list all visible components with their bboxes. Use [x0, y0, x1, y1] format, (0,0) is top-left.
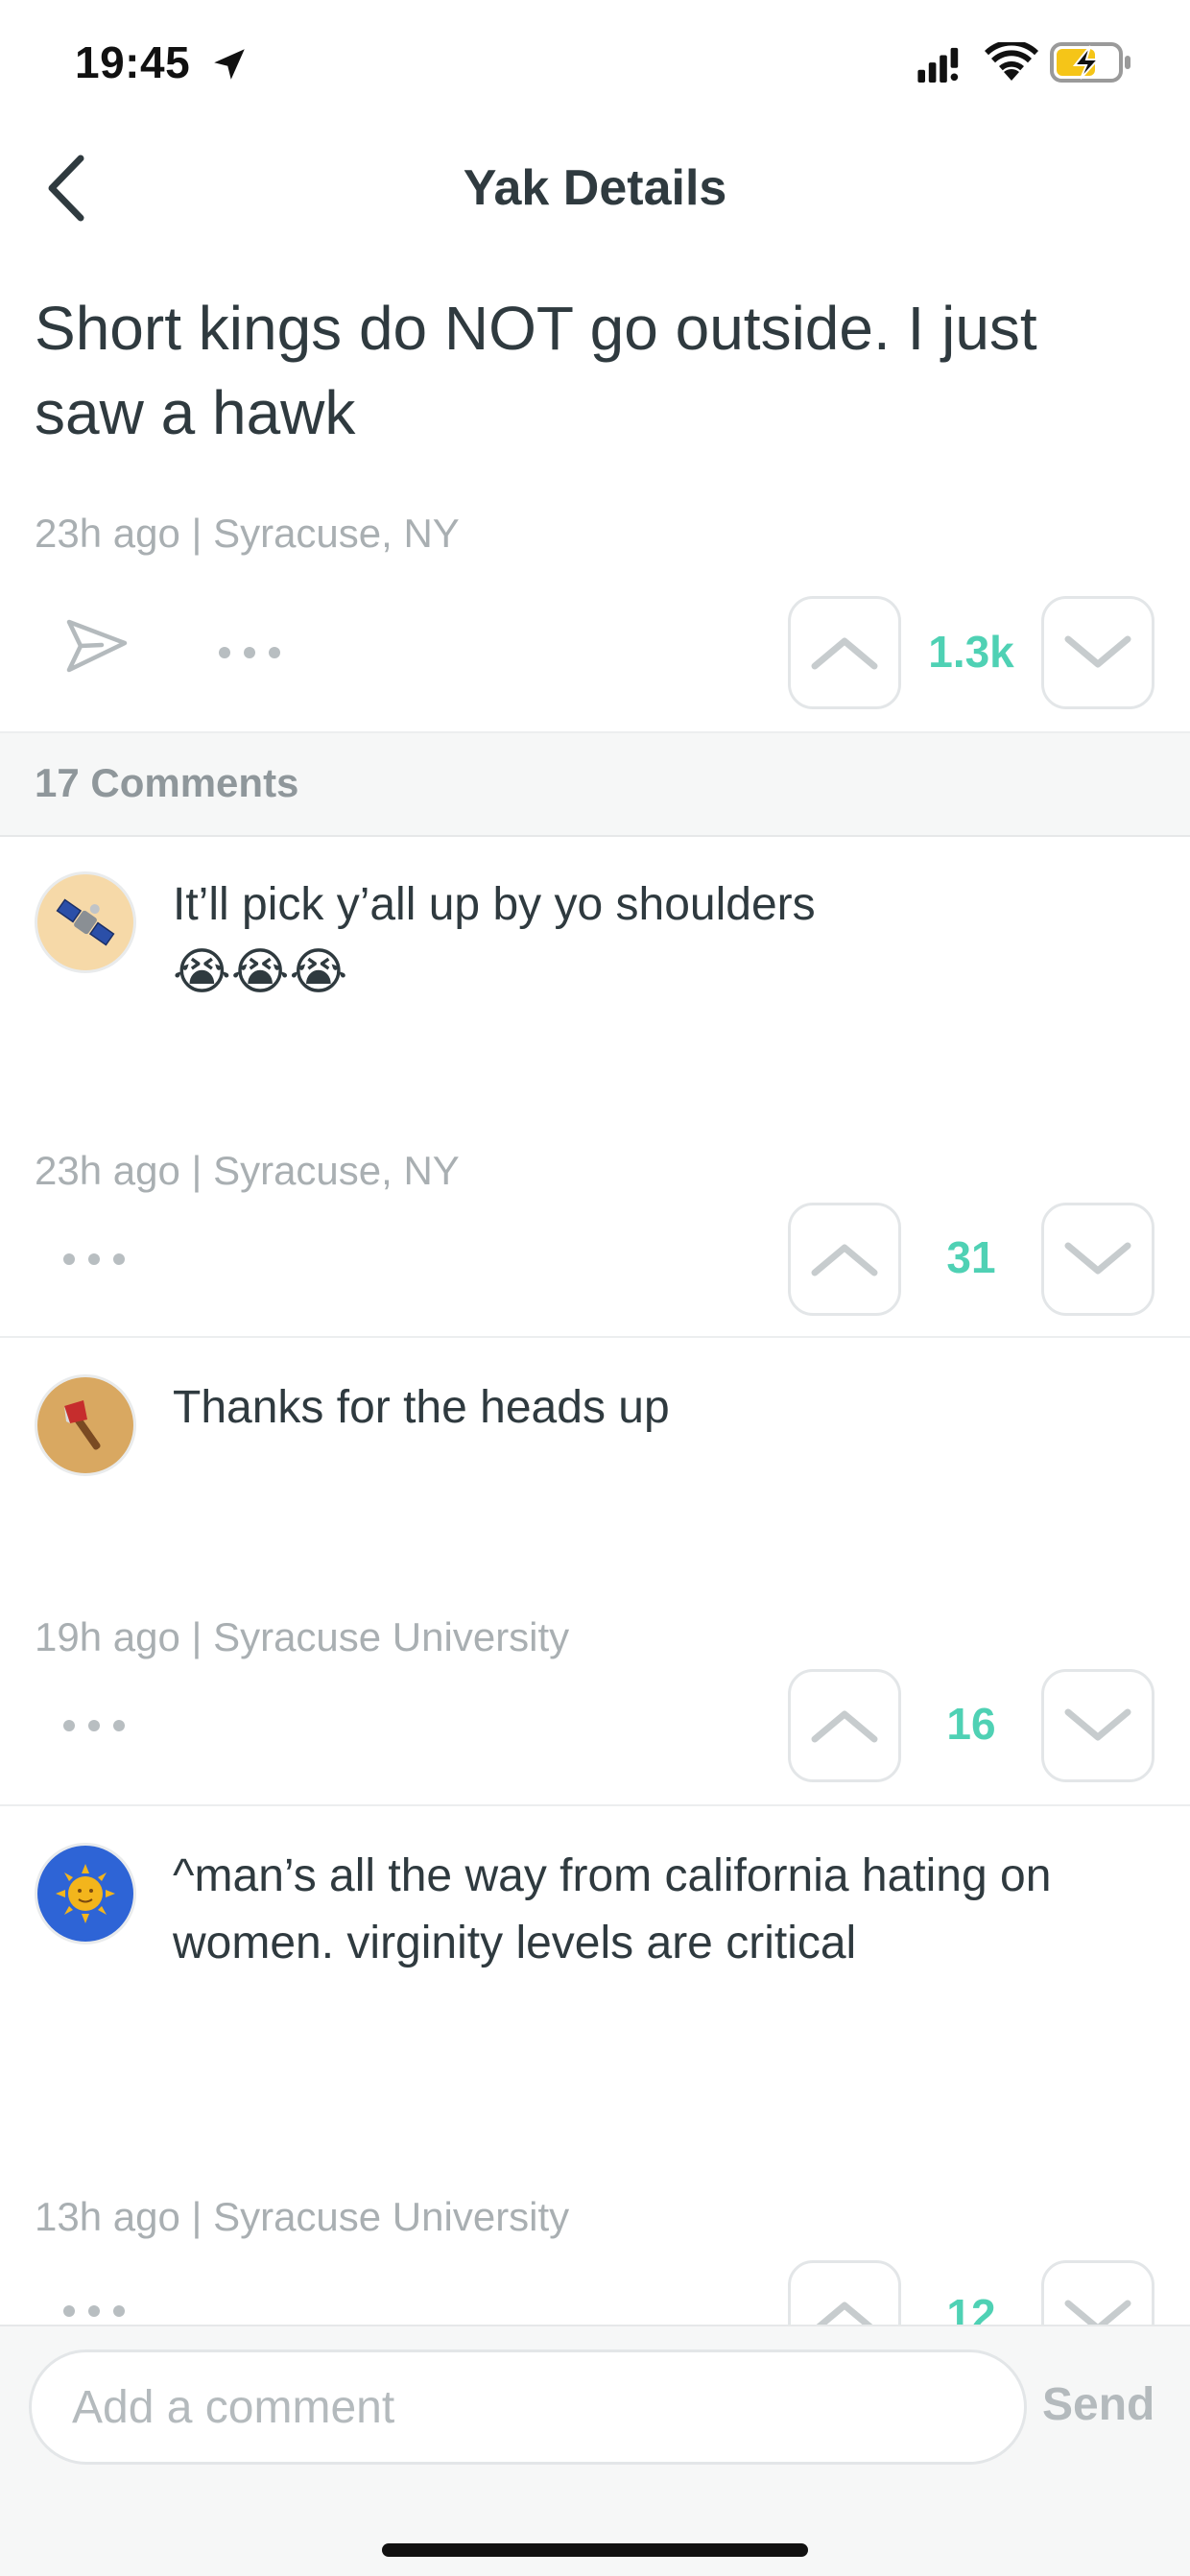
satellite-icon [56, 898, 115, 946]
satellite-avatar-icon [35, 871, 136, 973]
yak-details-screen: 19:45 Yak Details Short kings do NOT go … [0, 0, 1190, 2576]
sun-avatar-icon [35, 1843, 136, 1944]
axe-icon [64, 1400, 101, 1450]
wifi-icon [985, 42, 1038, 81]
comment-vote-count: 16 [946, 1699, 996, 1749]
comment-vote-count: 31 [946, 1232, 996, 1282]
battery-charging-icon [1050, 42, 1130, 83]
nav-header: Yak Details [0, 134, 1190, 242]
home-indicator[interactable] [382, 2543, 808, 2557]
location-arrow-icon [214, 49, 245, 80]
status-bar: 19:45 [0, 0, 1190, 134]
comment-input-bar: Send [0, 2325, 1190, 2576]
share-icon[interactable] [63, 614, 131, 678]
post-downvote-button[interactable] [1041, 596, 1154, 709]
comment-text: Thanks for the heads up [173, 1382, 670, 1433]
comment-meta: 23h ago | Syracuse, NY [35, 1148, 460, 1193]
comment-upvote-button[interactable] [788, 1203, 901, 1316]
chevron-down-icon [1064, 1242, 1131, 1275]
chevron-up-icon [811, 1244, 878, 1276]
chevron-up-icon [811, 637, 878, 670]
comment-input[interactable] [29, 2349, 1027, 2465]
comment-more-options-button[interactable] [63, 1253, 125, 1265]
comment-emoji: 😭😭😭 [173, 944, 348, 1000]
post-text: Short kings do NOT go outside. I just sa… [35, 294, 1037, 447]
comments-count-bar: 17 Comments [0, 731, 1190, 837]
status-time: 19:45 [75, 37, 191, 87]
post-upvote-button[interactable] [788, 596, 901, 709]
post-meta: 23h ago | Syracuse, NY [35, 511, 460, 556]
comments-count: 17 Comments [35, 760, 299, 805]
chevron-down-icon [1064, 1708, 1131, 1741]
send-button[interactable]: Send [1042, 2378, 1154, 2431]
chevron-up-icon [811, 1710, 878, 1743]
page-title: Yak Details [463, 160, 727, 216]
comment-meta: 19h ago | Syracuse University [35, 1614, 570, 1659]
post-more-options-button[interactable] [219, 647, 280, 658]
comment-item: ^man’s all the way from california hatin… [0, 1806, 1190, 2382]
cellular-signal-icon [917, 47, 959, 83]
comment-downvote-button[interactable] [1041, 1203, 1154, 1316]
comment-text: ^man’s all the way from california hatin… [173, 1850, 1052, 1968]
comment-meta: 13h ago | Syracuse University [35, 2194, 570, 2239]
comment-more-options-button[interactable] [63, 1720, 125, 1731]
axe-avatar-icon [35, 1374, 136, 1476]
post-vote-count: 1.3k [928, 627, 1014, 677]
comment-item: Thanks for the heads up 19h ago | Syracu… [0, 1338, 1190, 1806]
chevron-down-icon [1064, 635, 1131, 668]
sun-face-icon [56, 1864, 115, 1923]
comment-item: It’ll pick y’all up by yo shoulders 😭😭😭 … [0, 837, 1190, 1338]
comment-downvote-button[interactable] [1041, 1669, 1154, 1782]
comment-text: It’ll pick y’all up by yo shoulders [173, 879, 816, 930]
comment-more-options-button[interactable] [63, 2305, 125, 2317]
comment-upvote-button[interactable] [788, 1669, 901, 1782]
